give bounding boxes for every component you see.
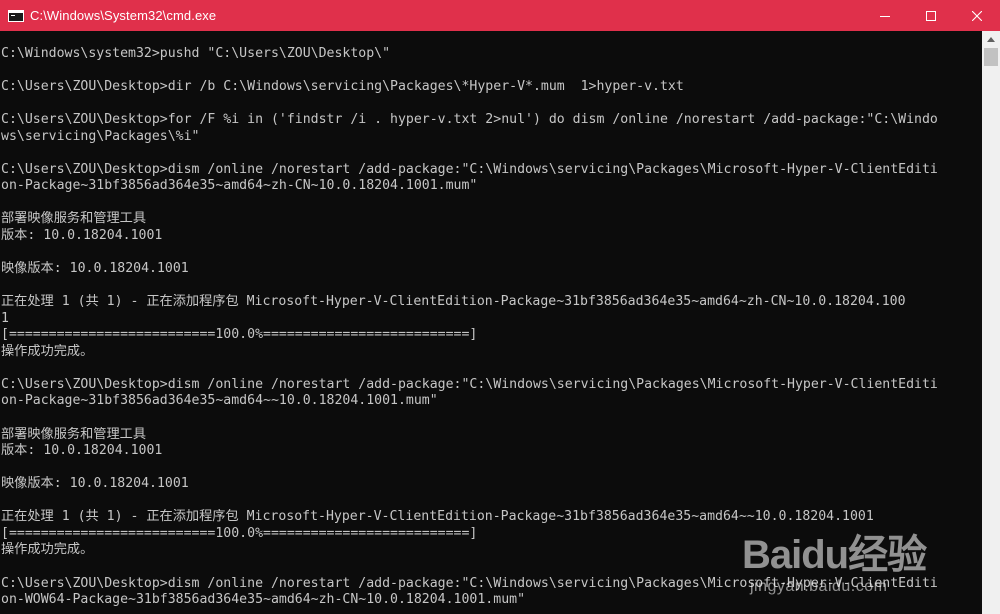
console-line: 部署映像服务和管理工具 (1, 211, 147, 227)
window-title: C:\Windows\System32\cmd.exe (30, 8, 217, 23)
window-controls (862, 0, 1000, 31)
console-line: on-Package~31bf3856ad364e35~amd64~zh-CN~… (1, 178, 478, 194)
scroll-up-arrow-icon[interactable] (982, 31, 1000, 48)
console-line: C:\Users\ZOU\Desktop>dism /online /nores… (1, 575, 938, 591)
console-line: C:\Users\ZOU\Desktop>dism /online /nores… (1, 161, 938, 177)
minimize-icon (880, 11, 890, 21)
title-bar[interactable]: C:\Windows\System32\cmd.exe (0, 0, 1000, 31)
console-line: 1 (1, 310, 9, 326)
console-line: 部署映像服务和管理工具 (1, 426, 147, 442)
console-line: on-Package~31bf3856ad364e35~amd64~~10.0.… (1, 393, 438, 409)
console-line: on-WOW64-Package~31bf3856ad364e35~amd64~… (1, 592, 526, 608)
console-line: ws\servicing\Packages\%i" (1, 128, 200, 144)
console-line: 映像版本: 10.0.18204.1001 (1, 261, 189, 277)
console-line: 操作成功完成。 (1, 542, 94, 558)
console-line: [==========================100.0%=======… (1, 525, 478, 541)
console-line: 操作成功完成。 (1, 343, 94, 359)
console-line: C:\Users\ZOU\Desktop>dism /online /nores… (1, 376, 938, 392)
console-line: [==========================100.0%=======… (1, 327, 478, 343)
minimize-button[interactable] (862, 0, 908, 31)
scrollbar-thumb[interactable] (984, 48, 998, 66)
console-line: C:\Windows\system32>pushd "C:\Users\ZOU\… (1, 46, 391, 61)
console-line: 正在处理 1 (共 1) - 正在添加程序包 Microsoft-Hyper-V… (1, 294, 906, 310)
console-line: 版本: 10.0.18204.1001 (1, 228, 163, 244)
maximize-button[interactable] (908, 0, 954, 31)
vertical-scrollbar[interactable] (982, 31, 1000, 614)
cmd-window: C:\Windows\System32\cmd.exe C:\Windows\s… (0, 0, 1000, 614)
console-line: 映像版本: 10.0.18204.1001 (1, 476, 189, 492)
cmd-app-icon[interactable] (8, 9, 24, 22)
console-line: C:\Users\ZOU\Desktop>dir /b C:\Windows\s… (1, 79, 684, 95)
console-line: 版本: 10.0.18204.1001 (1, 443, 163, 459)
close-icon (972, 10, 982, 21)
console-line: 正在处理 1 (共 1) - 正在添加程序包 Microsoft-Hyper-V… (1, 509, 874, 525)
maximize-icon (926, 10, 936, 21)
close-button[interactable] (954, 0, 1000, 31)
console-output[interactable]: C:\Windows\system32>pushd "C:\Users\ZOU\… (0, 31, 982, 614)
console-line: C:\Users\ZOU\Desktop>for /F %i in ('find… (1, 112, 938, 128)
